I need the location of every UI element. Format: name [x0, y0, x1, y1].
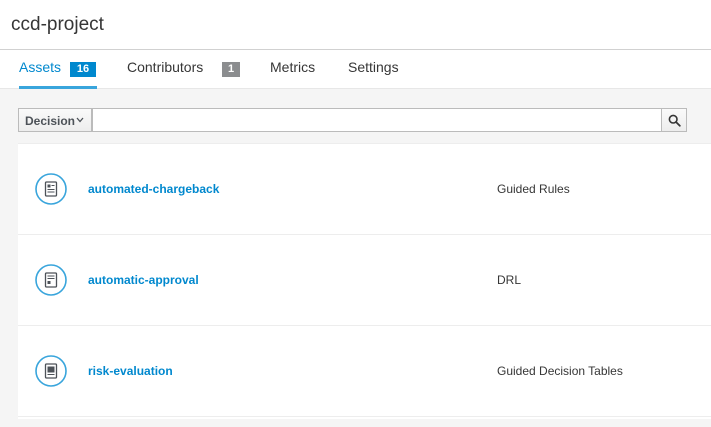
tab-metrics-label: Metrics: [270, 59, 316, 75]
tab-metrics[interactable]: Metrics: [270, 50, 320, 88]
asset-row: automated-chargeback Guided Rules: [18, 144, 711, 235]
asset-name-link[interactable]: automated-chargeback: [88, 182, 219, 196]
asset-name-link[interactable]: risk-evaluation: [88, 364, 173, 378]
decision-table-icon: [35, 355, 67, 387]
asset-type: Guided Rules: [497, 182, 570, 196]
assets-count-badge: 16: [70, 62, 96, 77]
contributors-count-badge: 1: [222, 62, 240, 77]
filter-dropdown-label: Decision: [25, 114, 76, 128]
asset-name-link[interactable]: automatic-approval: [88, 273, 199, 287]
tab-settings[interactable]: Settings: [348, 50, 402, 88]
asset-type: Guided Decision Tables: [497, 364, 623, 378]
asset-row: risk-evaluation Guided Decision Tables: [18, 326, 711, 417]
chevron-down-icon: [76, 117, 84, 123]
tab-contributors-label: Contributors: [127, 59, 204, 75]
project-tabs: Assets 16 Contributors 1 Metrics Setting…: [0, 50, 711, 89]
project-title: ccd-project: [11, 14, 104, 35]
tab-settings-label: Settings: [348, 59, 399, 75]
asset-list: automated-chargeback Guided Rules automa…: [18, 143, 711, 419]
asset-type: DRL: [497, 273, 522, 287]
asset-row: automatic-approval DRL: [18, 235, 711, 326]
search-button[interactable]: [661, 108, 687, 132]
guided-rule-icon: [35, 173, 67, 205]
search-icon: [668, 114, 681, 127]
drl-file-icon: [35, 264, 67, 296]
asset-toolbar: Decision: [0, 89, 711, 143]
asset-search-input[interactable]: [92, 108, 662, 132]
asset-type-filter-dropdown[interactable]: Decision: [18, 108, 92, 132]
tab-contributors[interactable]: Contributors 1: [127, 50, 241, 88]
tab-assets[interactable]: Assets 16: [19, 50, 97, 89]
tab-assets-label: Assets: [19, 59, 62, 75]
project-header: ccd-project: [0, 0, 711, 50]
